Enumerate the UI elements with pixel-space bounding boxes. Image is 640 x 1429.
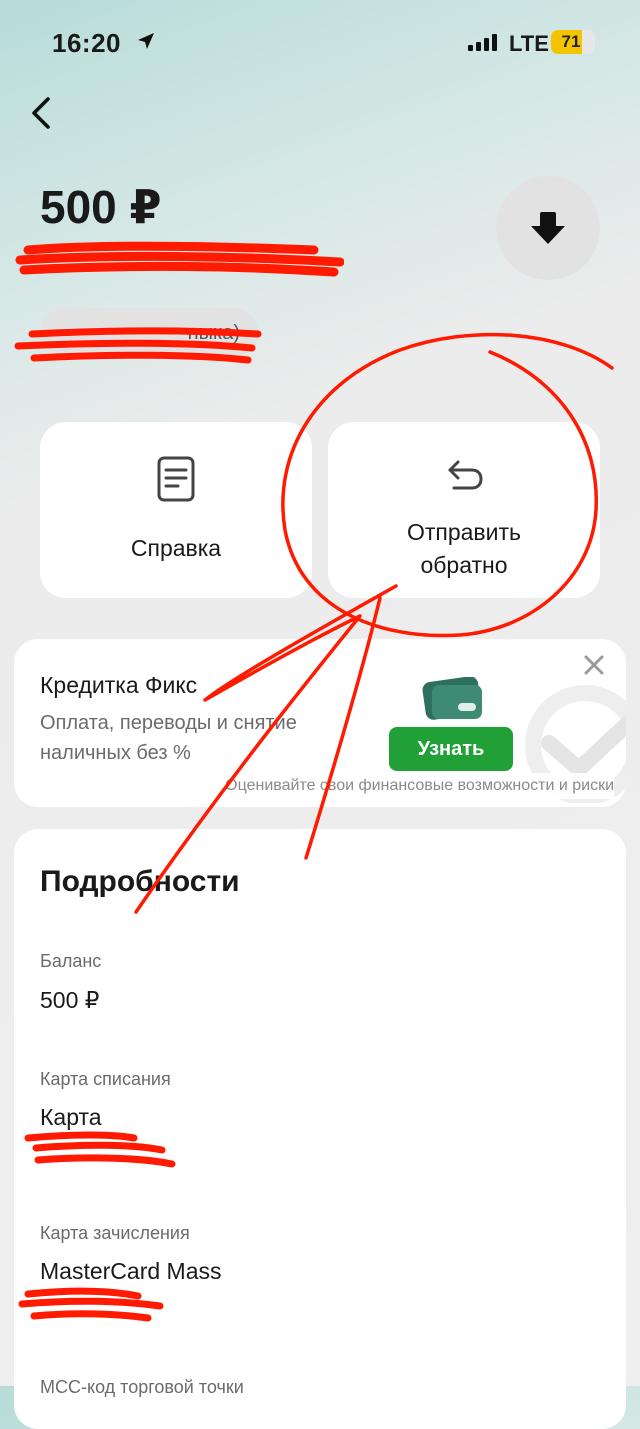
redaction-scribble [24, 1131, 176, 1168]
balance-label: Баланс [40, 951, 102, 971]
mcc-label: MCC-код торговой точки [40, 1377, 244, 1397]
certificate-label: Справка [130, 535, 222, 561]
send-back-label: Отправить обратно [406, 519, 522, 578]
download-arrow-icon [531, 212, 565, 244]
status-bar: 16:20 LTE 71 [0, 0, 640, 86]
learn-more-button[interactable]: Узнать [389, 727, 513, 771]
credit-card-label: Карта зачисления [40, 1223, 190, 1243]
debit-card-label: Карта списания [40, 1069, 171, 1089]
balance-value: 500 ₽ [40, 987, 100, 1013]
status-time: 16:20 [52, 28, 121, 58]
network-type: LTE [509, 31, 549, 56]
credit-card-value: MasterCard Mass [40, 1258, 222, 1284]
credit-card-icon [422, 677, 482, 720]
battery-percent: 71 [561, 32, 581, 51]
transfer-amount: 500 ₽ [40, 181, 162, 233]
document-icon [157, 456, 195, 502]
chevron-left-icon[interactable] [24, 95, 60, 131]
location-arrow-icon [138, 33, 154, 49]
download-button[interactable] [496, 176, 600, 280]
promo-title: Кредитка Фикс [40, 672, 198, 698]
certificate-button[interactable]: Справка [40, 422, 312, 598]
promo-disclaimer: Оценивайте свои финансовые возможности и… [134, 773, 614, 799]
undo-arrow-icon [448, 460, 483, 490]
send-back-button[interactable]: Отправить обратно [328, 422, 600, 598]
debit-card-value: Карта [40, 1104, 102, 1130]
close-icon[interactable] [580, 651, 608, 679]
promo-banner[interactable]: Кредитка Фикс Оплата, переводы и снятие … [14, 639, 626, 807]
redaction-scribble [14, 327, 262, 364]
redaction-scribble [18, 1287, 164, 1322]
promo-text: Оплата, переводы и снятие наличных без % [40, 712, 297, 764]
details-title: Подробности [40, 865, 240, 898]
signal-icon [468, 34, 497, 51]
redaction-scribble [15, 241, 344, 277]
battery-icon: 71 [551, 30, 595, 54]
details-section: Подробности Баланс 500 ₽ Карта списания … [14, 829, 626, 1429]
